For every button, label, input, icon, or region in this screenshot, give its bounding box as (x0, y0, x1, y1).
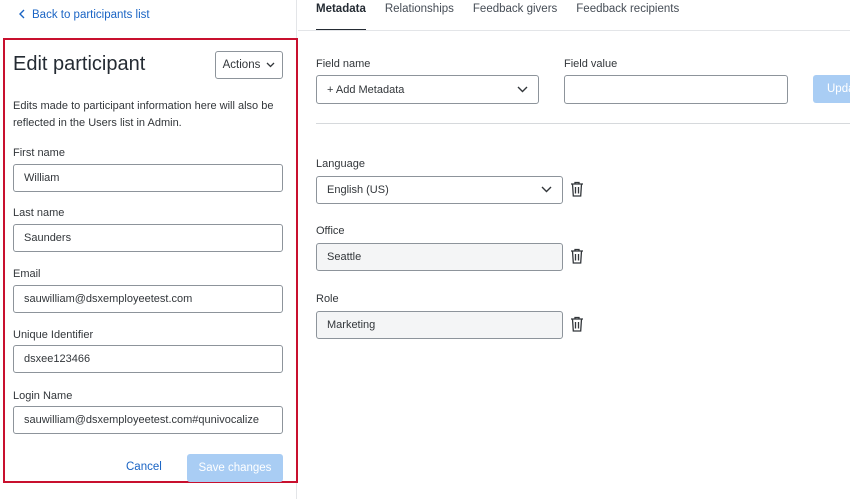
tab-feedback-recipients[interactable]: Feedback recipients (576, 0, 679, 31)
tabs-divider (298, 30, 850, 31)
left-column: Back to participants list Edit participa… (0, 0, 298, 499)
edit-note: Edits made to participant information he… (13, 100, 274, 129)
trash-icon[interactable] (570, 316, 584, 332)
last-name-label: Last name (13, 207, 65, 219)
last-name-input[interactable]: Saunders (13, 224, 283, 252)
chevron-down-icon (517, 84, 528, 96)
back-to-participants-link[interactable]: Back to participants list (18, 9, 150, 21)
save-changes-button[interactable]: Save changes (187, 454, 283, 482)
chevron-left-icon (18, 9, 26, 21)
language-select[interactable]: English (US) (316, 176, 563, 204)
field-value-input[interactable] (564, 75, 788, 104)
login-name-input[interactable]: sauwilliam@dsxemployeetest.com#qunivocal… (13, 406, 283, 434)
tab-relationships[interactable]: Relationships (385, 0, 454, 31)
role-label: Role (316, 293, 339, 305)
language-label: Language (316, 158, 365, 170)
actions-label: Actions (222, 59, 261, 71)
chevron-down-icon (541, 184, 552, 196)
field-name-label: Field name (316, 58, 371, 70)
first-name-input[interactable]: William (13, 164, 283, 192)
unique-identifier-label: Unique Identifier (13, 329, 94, 341)
tab-feedback-givers[interactable]: Feedback givers (473, 0, 557, 31)
actions-button[interactable]: Actions (215, 51, 283, 79)
field-name-select[interactable]: + Add Metadata (316, 75, 539, 104)
back-link-label: Back to participants list (32, 9, 150, 21)
office-input[interactable]: Seattle (316, 243, 563, 271)
field-value-label: Field value (564, 58, 618, 70)
first-name-label: First name (13, 147, 65, 159)
language-select-value: English (US) (327, 184, 389, 196)
chevron-down-icon (266, 59, 275, 71)
unique-identifier-input[interactable]: dsxee123466 (13, 345, 283, 373)
field-name-select-value: + Add Metadata (327, 83, 405, 96)
email-input[interactable]: sauwilliam@dsxemployeetest.com (13, 285, 283, 313)
cancel-button[interactable]: Cancel (126, 461, 162, 473)
update-button[interactable]: Update (813, 75, 850, 103)
tab-metadata[interactable]: Metadata (316, 0, 366, 31)
login-name-label: Login Name (13, 390, 73, 402)
edit-participant-panel: Edit participant Actions Edits made to p… (3, 38, 298, 483)
role-input[interactable]: Marketing (316, 311, 563, 339)
email-label: Email (13, 268, 41, 280)
trash-icon[interactable] (570, 181, 584, 197)
trash-icon[interactable] (570, 248, 584, 264)
office-label: Office (316, 225, 345, 237)
panel-title: Edit participant (13, 53, 146, 75)
metadata-divider (316, 123, 850, 124)
tab-bar: Metadata Relationships Feedback givers F… (316, 0, 679, 31)
